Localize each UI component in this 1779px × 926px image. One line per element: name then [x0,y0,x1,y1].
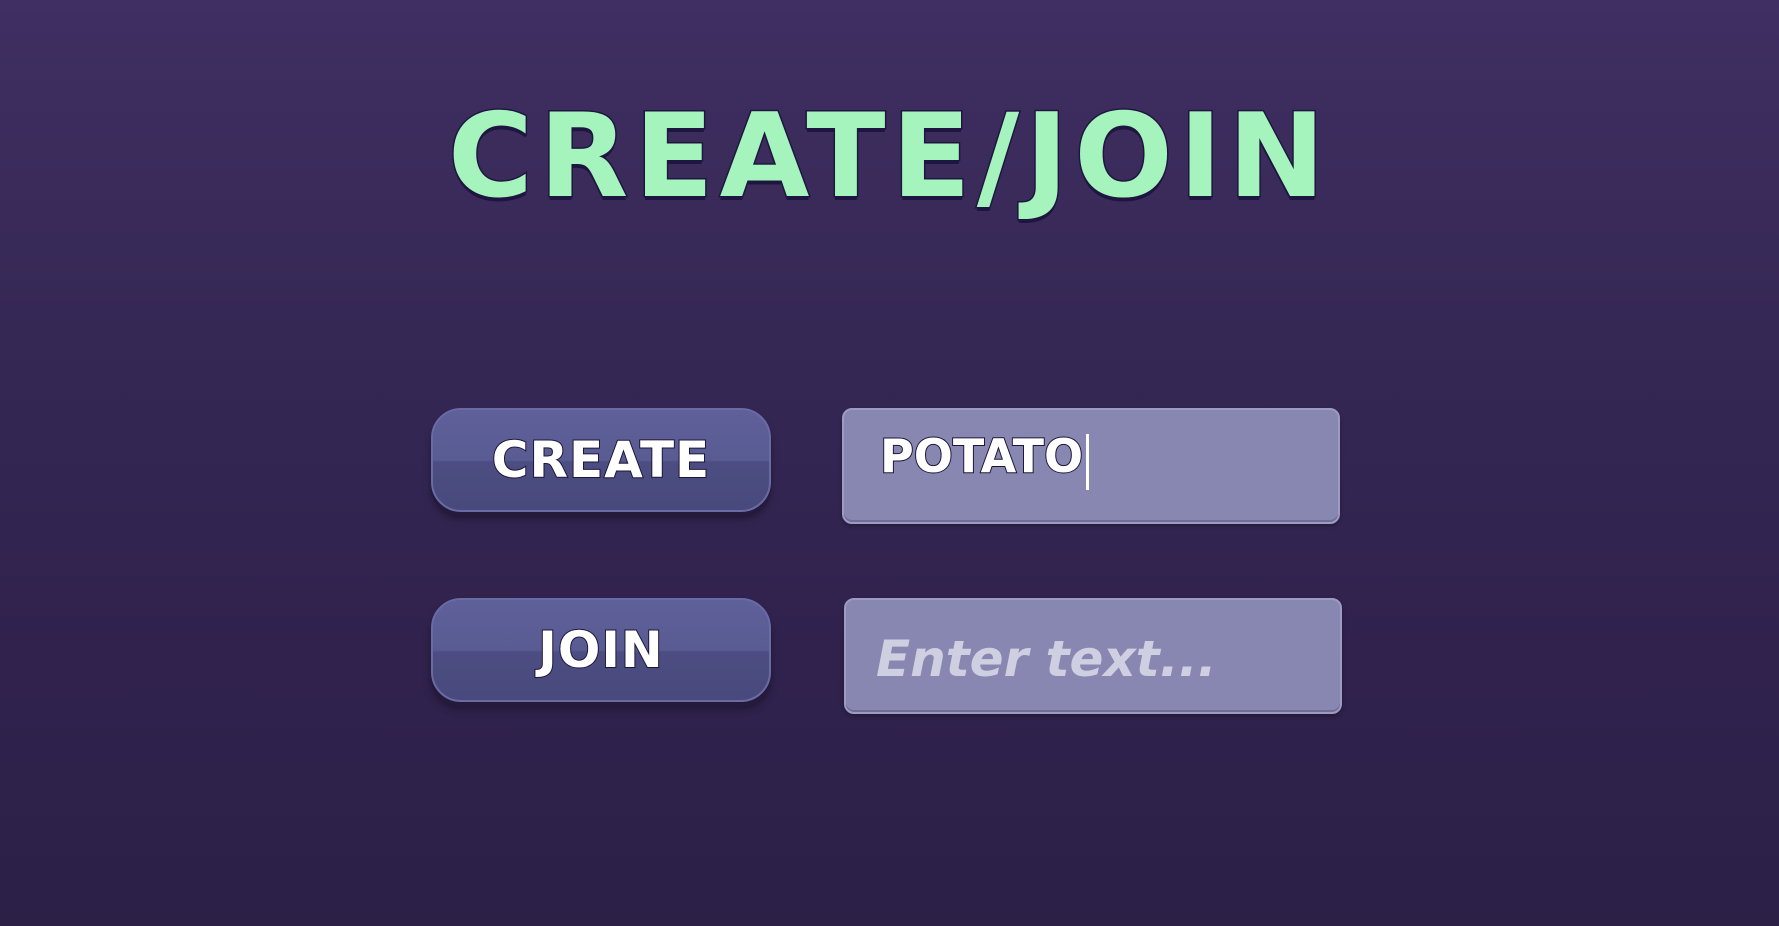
create-join-screen: Create/Join CREATE POTATO JOIN Enter tex… [0,0,1779,926]
page-title: Create/Join [446,89,1332,224]
room-name-value: POTATO [879,428,1090,490]
room-name-input[interactable]: POTATO [842,408,1340,524]
create-button-label: CREATE [491,430,711,490]
room-name-text: POTATO [879,428,1084,484]
join-button[interactable]: JOIN [431,598,771,702]
join-code-input[interactable]: Enter text... [844,598,1342,714]
join-button-label: JOIN [537,620,664,680]
join-code-placeholder: Enter text... [876,630,1217,688]
create-button[interactable]: CREATE [431,408,771,512]
text-caret [1086,434,1090,490]
